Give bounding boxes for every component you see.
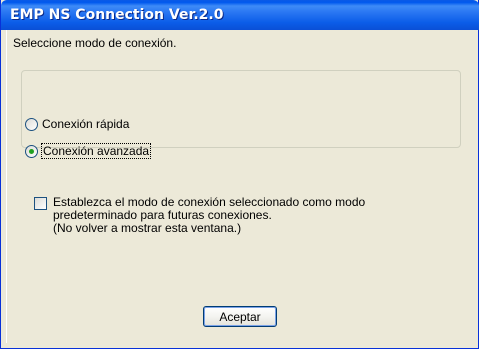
title-bar[interactable]: EMP NS Connection Ver.2.0 <box>1 0 479 30</box>
radio-quick-label: Conexión rápida <box>42 117 130 131</box>
default-mode-checkbox[interactable] <box>34 197 47 210</box>
checkbox-label-line-3: (No volver a mostrar esta ventana.) <box>53 221 242 235</box>
radio-quick-connection[interactable]: Conexión rápida <box>25 117 129 131</box>
connection-mode-group <box>21 70 461 148</box>
prompt-text: Seleccione modo de conexión. <box>13 36 177 50</box>
default-mode-checkbox-row[interactable]: Establezca el modo de conexión seleccion… <box>34 196 365 235</box>
accept-button[interactable]: Aceptar <box>203 306 277 327</box>
dialog-window: EMP NS Connection Ver.2.0 Seleccione mod… <box>0 0 479 349</box>
radio-button[interactable] <box>25 117 38 131</box>
radio-advanced-connection[interactable]: Conexión avanzada <box>25 143 152 159</box>
radio-advanced-label: Conexión avanzada <box>40 143 152 159</box>
radio-button-selected[interactable] <box>25 144 38 158</box>
checkbox-label: Establezca el modo de conexión seleccion… <box>53 196 365 235</box>
window-title: EMP NS Connection Ver.2.0 <box>10 7 224 23</box>
